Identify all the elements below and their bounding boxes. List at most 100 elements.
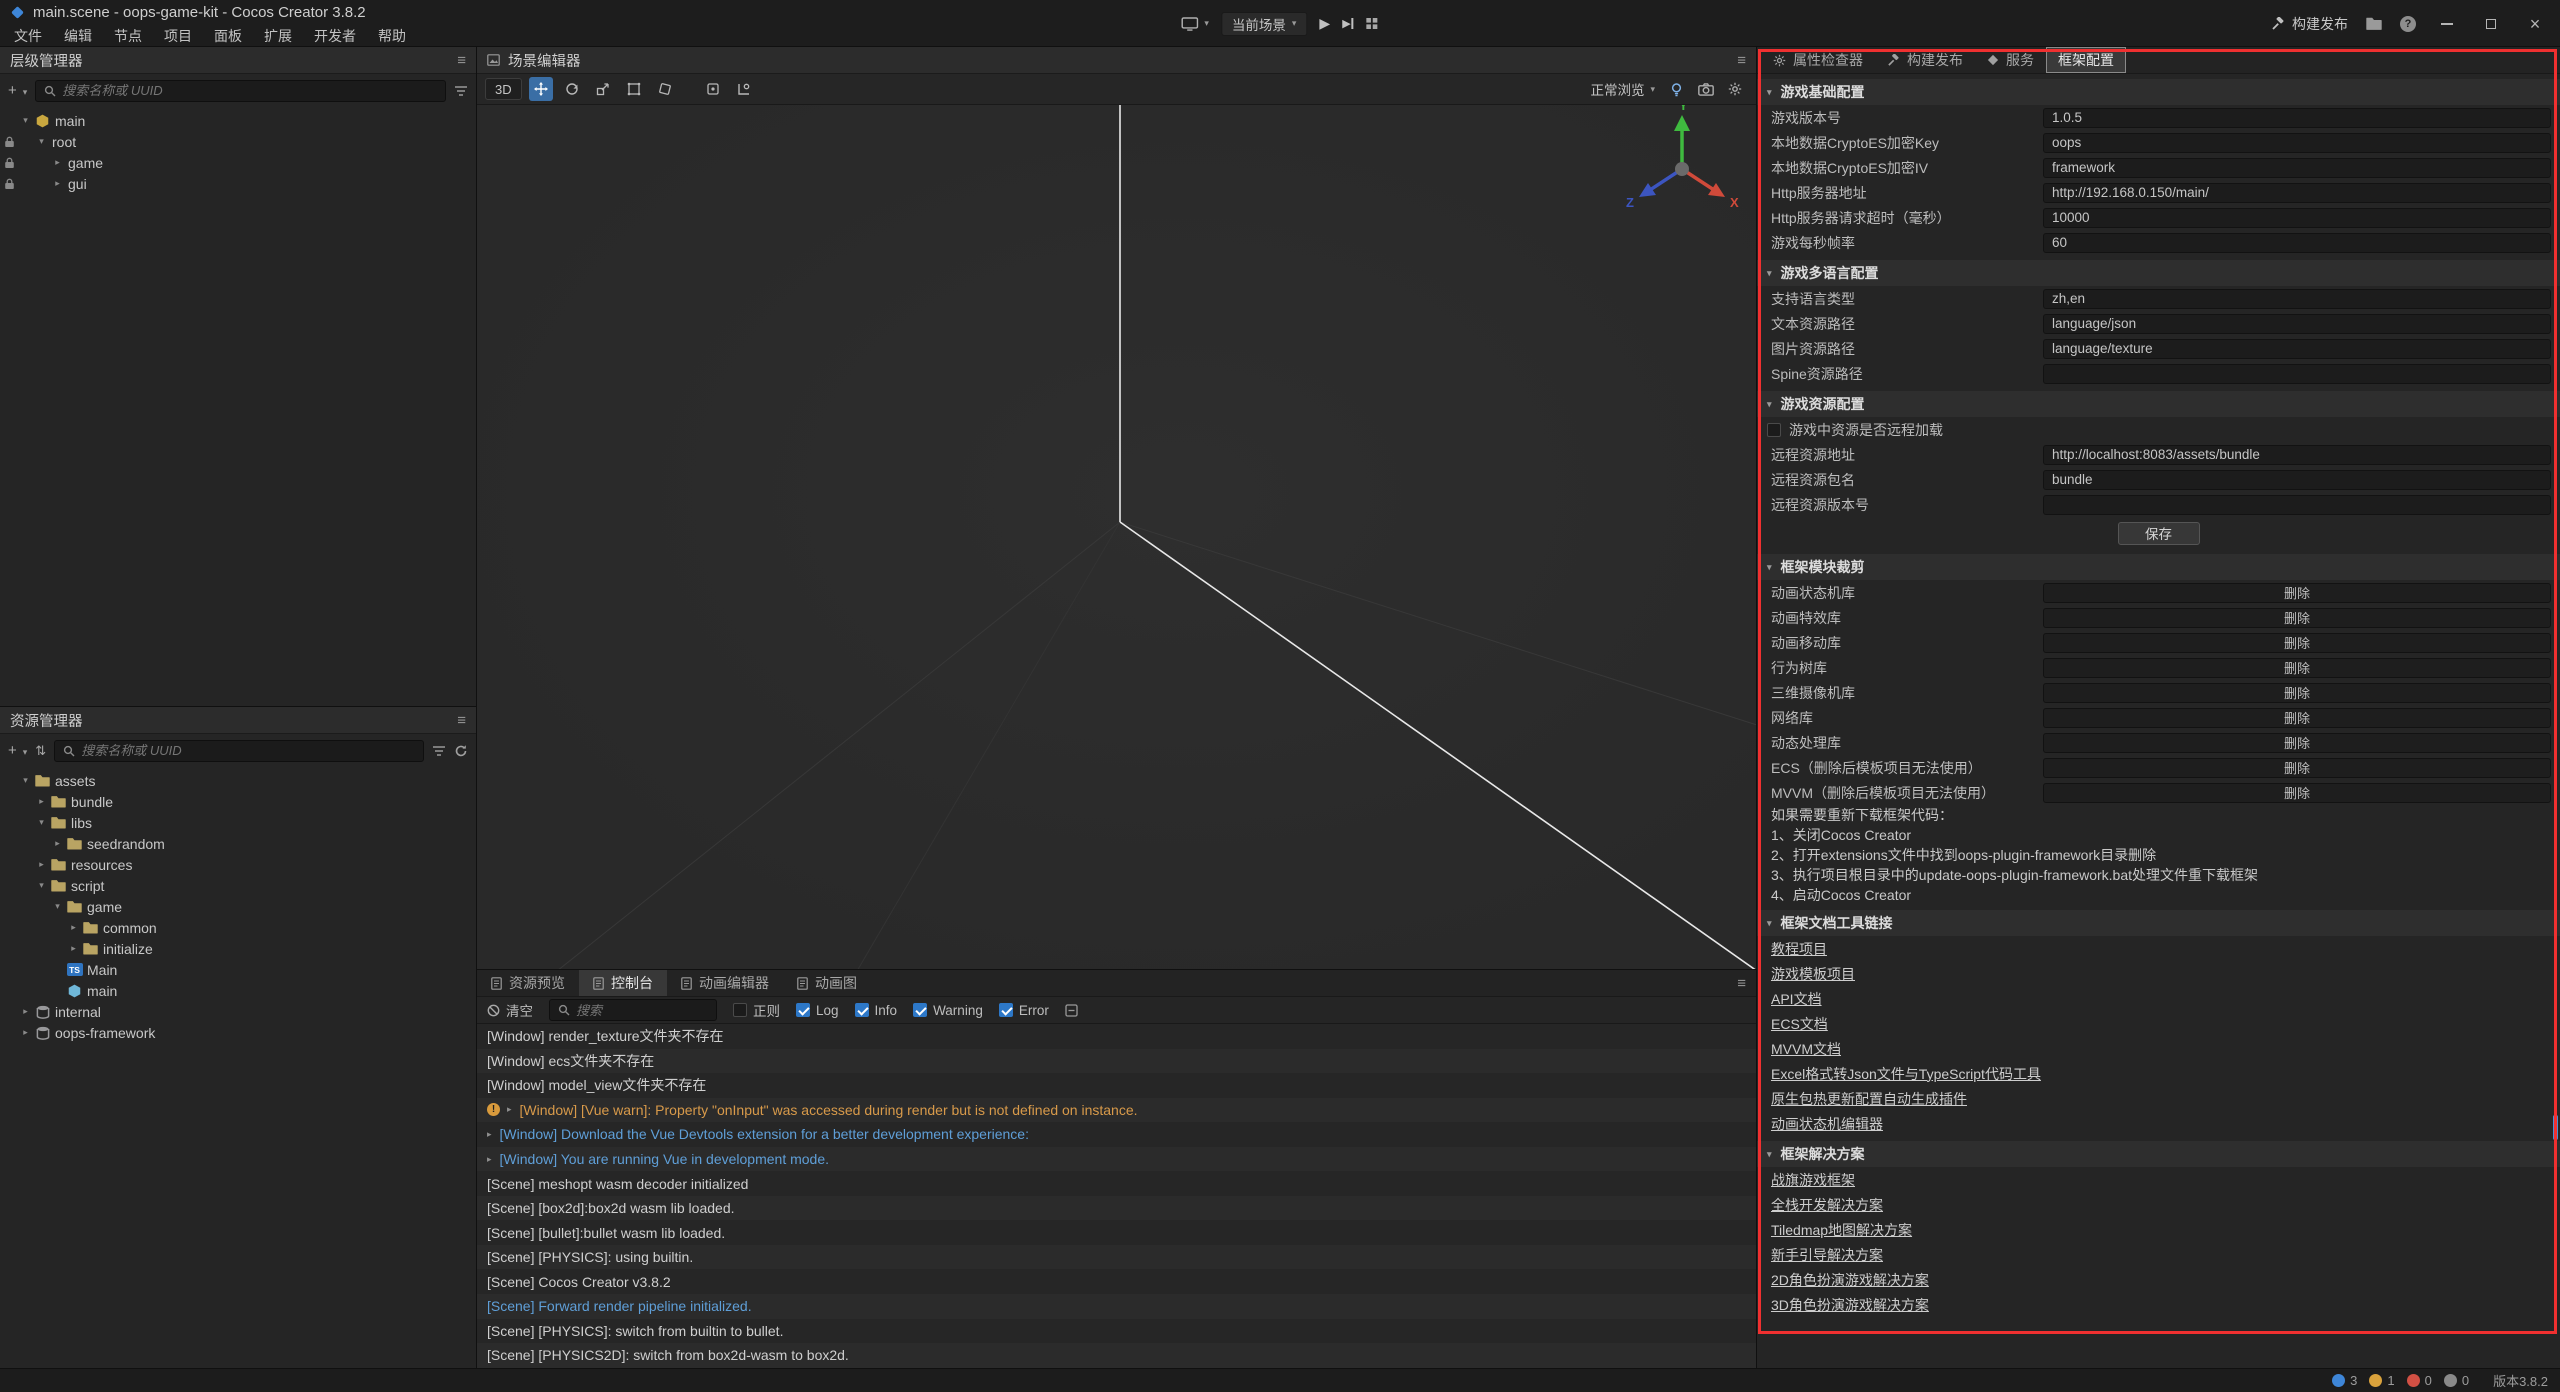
console-log-row[interactable]: [Scene] [box2d]:box2d wasm lib loaded. (477, 1196, 1756, 1221)
delete-button[interactable]: 删除 (2043, 783, 2551, 803)
doc-link[interactable]: ECS文档 (1771, 1014, 1828, 1034)
camera-icon[interactable] (1698, 83, 1714, 96)
chevron-down-icon[interactable]: ▾ (50, 901, 65, 912)
doc-link[interactable]: 原生包热更新配置自动生成插件 (1771, 1089, 1967, 1109)
property-input[interactable] (2043, 364, 2551, 384)
console-search-input[interactable] (576, 1003, 752, 1018)
collapse-logs-icon[interactable] (1065, 1004, 1078, 1017)
gear-icon[interactable] (1728, 82, 1742, 96)
doc-link[interactable]: 战旗游戏框架 (1771, 1170, 1855, 1190)
chevron-right-icon[interactable]: ▸ (50, 178, 65, 189)
status-notification-badge[interactable]: 0 (2444, 1373, 2469, 1388)
doc-link[interactable]: MVVM文档 (1771, 1039, 1841, 1059)
console-log-row[interactable]: [Window] model_view文件夹不存在 (477, 1073, 1756, 1098)
multi-open-grid-icon[interactable] (1366, 17, 1379, 30)
chevron-down-icon[interactable]: ▾ (18, 115, 33, 126)
tab-inspector[interactable]: 属性检查器 (1761, 47, 1875, 73)
doc-link[interactable]: 动画状态机编辑器 (1771, 1114, 1883, 1134)
section-header[interactable]: ▾游戏多语言配置 (1757, 260, 2560, 286)
move-tool-icon[interactable] (529, 77, 553, 101)
console-log-row[interactable]: [Scene] [PHYSICS]: using builtin. (477, 1245, 1756, 1270)
chevron-right-icon[interactable]: ▸ (66, 922, 81, 933)
rect-tool-icon[interactable] (622, 77, 646, 101)
tab-build[interactable]: 构建发布 (1875, 47, 1975, 73)
asset-node[interactable]: ▾libs (0, 812, 476, 833)
filter-icon[interactable] (454, 85, 468, 97)
property-input[interactable] (2043, 108, 2551, 128)
delete-button[interactable]: 删除 (2043, 733, 2551, 753)
section-header[interactable]: ▾框架模块裁剪 (1757, 554, 2560, 580)
step-button[interactable]: ▶ (1342, 17, 1353, 30)
doc-link[interactable]: Excel格式转Json文件与TypeScript代码工具 (1771, 1064, 2041, 1084)
menu-item[interactable]: 项目 (153, 26, 203, 46)
asset-node[interactable]: ▸initialize (0, 938, 476, 959)
delete-button[interactable]: 删除 (2043, 708, 2551, 728)
minimize-button[interactable] (2434, 23, 2460, 25)
console-log-row[interactable]: [Scene] [bullet]:bullet wasm lib loaded. (477, 1220, 1756, 1245)
property-input[interactable] (2043, 314, 2551, 334)
status-info-badge[interactable]: 3 (2332, 1373, 2357, 1388)
asset-node[interactable]: ▾game (0, 896, 476, 917)
scene-viewport[interactable]: Y X Z (477, 105, 1756, 969)
status-warning-badge[interactable]: 1 (2369, 1373, 2394, 1388)
console-log-row[interactable]: [Scene] [PHYSICS]: switch from builtin t… (477, 1319, 1756, 1344)
console-tab[interactable]: 动画图 (783, 970, 871, 996)
menu-item[interactable]: 节点 (103, 26, 153, 46)
chevron-right-icon[interactable]: ▸ (50, 838, 65, 849)
hierarchy-node[interactable]: ▾main (0, 110, 476, 131)
section-header[interactable]: ▾框架文档工具链接 (1757, 910, 2560, 936)
status-error-badge[interactable]: 0 (2407, 1373, 2432, 1388)
chevron-down-icon[interactable]: ▾ (34, 136, 49, 147)
hierarchy-node[interactable]: ▾root (0, 131, 476, 152)
maximize-button[interactable] (2478, 19, 2504, 29)
chevron-right-icon[interactable]: ▸ (66, 943, 81, 954)
hierarchy-search[interactable] (35, 80, 446, 102)
warning-checkbox[interactable] (913, 1003, 927, 1017)
menu-item[interactable]: 帮助 (367, 26, 417, 46)
console-log-row[interactable]: [Scene] Cocos Creator v3.8.2 (477, 1269, 1756, 1294)
pivot-toggle-icon[interactable] (701, 77, 725, 101)
open-folder-icon[interactable] (2366, 17, 2382, 30)
delete-button[interactable]: 删除 (2043, 658, 2551, 678)
panel-menu-icon[interactable]: ≡ (457, 712, 466, 729)
console-log-row[interactable]: [Scene] [PHYSICS2D]: switch from box2d-w… (477, 1343, 1756, 1368)
hierarchy-node[interactable]: ▸gui (0, 173, 476, 194)
property-input[interactable] (2043, 158, 2551, 178)
remote-load-checkbox[interactable] (1767, 423, 1781, 437)
close-button[interactable]: × (2522, 15, 2548, 33)
scrollbar-thumb[interactable] (2553, 1115, 2558, 1140)
chevron-right-icon[interactable]: ▸ (50, 157, 65, 168)
expand-log-icon[interactable]: ▸ (507, 1104, 512, 1115)
delete-button[interactable]: 删除 (2043, 608, 2551, 628)
filter-icon[interactable] (432, 745, 446, 757)
property-input[interactable] (2043, 445, 2551, 465)
tab-service[interactable]: 服务 (1975, 47, 2046, 73)
asset-node[interactable]: ▸resources (0, 854, 476, 875)
section-header[interactable]: ▾游戏基础配置 (1757, 79, 2560, 105)
save-button[interactable]: 保存 (2118, 522, 2200, 545)
asset-node[interactable]: main (0, 980, 476, 1001)
chevron-right-icon[interactable]: ▸ (18, 1027, 33, 1038)
doc-link[interactable]: 新手引导解决方案 (1771, 1245, 1883, 1265)
console-log-row[interactable]: [Window] ecs文件夹不存在 (477, 1049, 1756, 1074)
info-checkbox[interactable] (855, 1003, 869, 1017)
snap-toggle-icon[interactable] (732, 77, 756, 101)
property-input[interactable] (2043, 208, 2551, 228)
panel-menu-icon[interactable]: ≡ (457, 52, 466, 69)
regex-checkbox[interactable] (733, 1003, 747, 1017)
asset-node[interactable]: ▸oops-framework (0, 1022, 476, 1043)
console-tab[interactable]: 控制台 (579, 970, 667, 996)
menu-item[interactable]: 开发者 (303, 26, 367, 46)
assets-search[interactable] (54, 740, 424, 762)
asset-node[interactable]: TSMain (0, 959, 476, 980)
help-icon[interactable]: ? (2400, 16, 2416, 32)
property-input[interactable] (2043, 133, 2551, 153)
doc-link[interactable]: 2D角色扮演游戏解决方案 (1771, 1270, 1929, 1290)
expand-log-icon[interactable]: ▸ (487, 1129, 492, 1140)
chevron-down-icon[interactable]: ▾ (34, 880, 49, 891)
doc-link[interactable]: Tiledmap地图解决方案 (1771, 1220, 1912, 1240)
doc-link[interactable]: API文档 (1771, 989, 1822, 1009)
doc-link[interactable]: 3D角色扮演游戏解决方案 (1771, 1295, 1929, 1315)
asset-node[interactable]: ▸bundle (0, 791, 476, 812)
console-tab[interactable]: 资源预览 (477, 970, 579, 996)
